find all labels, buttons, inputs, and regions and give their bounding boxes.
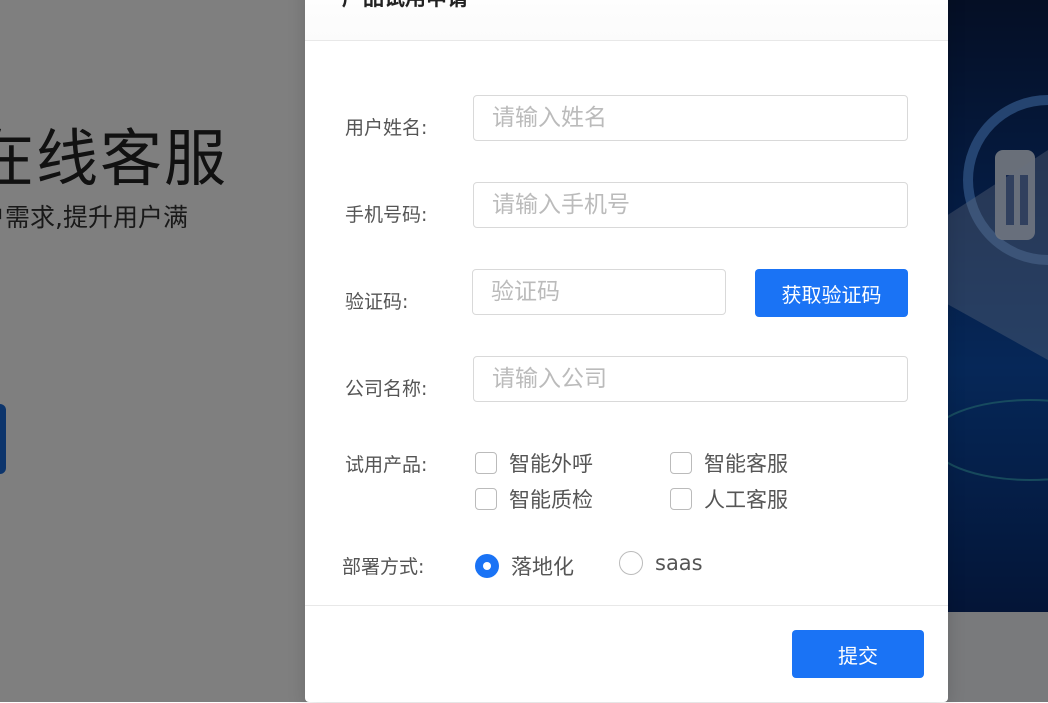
products-label: 试用产品: [345, 454, 428, 476]
phone-label: 手机号码: [345, 204, 428, 226]
company-input[interactable] [473, 356, 908, 402]
deploy-radio-saas[interactable]: saas [619, 551, 703, 575]
radio-unselected-icon[interactable] [619, 551, 643, 575]
get-code-button[interactable]: 获取验证码 [755, 269, 908, 317]
trial-application-dialog: 产品试用申请 ✕ 用户姓名: 手机号码: 验证码: 获取验证码 公司名称: 试用… [305, 0, 948, 702]
checkbox-icon[interactable] [670, 488, 692, 510]
submit-button[interactable]: 提交 [792, 630, 924, 678]
checkbox-icon[interactable] [475, 452, 497, 474]
name-input[interactable] [473, 95, 908, 141]
close-icon[interactable]: ✕ [902, 0, 924, 4]
dialog-header: 产品试用申请 ✕ [305, 0, 948, 41]
checkbox-label: 人工客服 [704, 488, 788, 512]
product-checkbox-quality[interactable]: 智能质检 [475, 484, 593, 514]
company-label: 公司名称: [345, 378, 428, 400]
dialog-title: 产品试用申请 [342, 0, 468, 12]
checkbox-label: 智能客服 [704, 452, 788, 476]
checkbox-label: 智能质检 [509, 488, 593, 512]
product-checkbox-outbound[interactable]: 智能外呼 [475, 448, 593, 478]
radio-label: 落地化 [511, 555, 574, 579]
code-label: 验证码: [345, 291, 409, 313]
phone-input[interactable] [473, 182, 908, 228]
deploy-label: 部署方式: [342, 556, 425, 578]
product-checkbox-human[interactable]: 人工客服 [670, 484, 788, 514]
name-label: 用户姓名: [345, 117, 428, 139]
deploy-radio-onpremise[interactable]: 落地化 [475, 551, 574, 581]
dialog-footer: 提交 [305, 605, 948, 703]
checkbox-icon[interactable] [670, 452, 692, 474]
radio-label: saas [655, 551, 703, 575]
checkbox-icon[interactable] [475, 488, 497, 510]
code-input[interactable] [472, 269, 726, 315]
radio-selected-icon[interactable] [475, 554, 499, 578]
checkbox-label: 智能外呼 [509, 452, 593, 476]
product-checkbox-ai-service[interactable]: 智能客服 [670, 448, 788, 478]
